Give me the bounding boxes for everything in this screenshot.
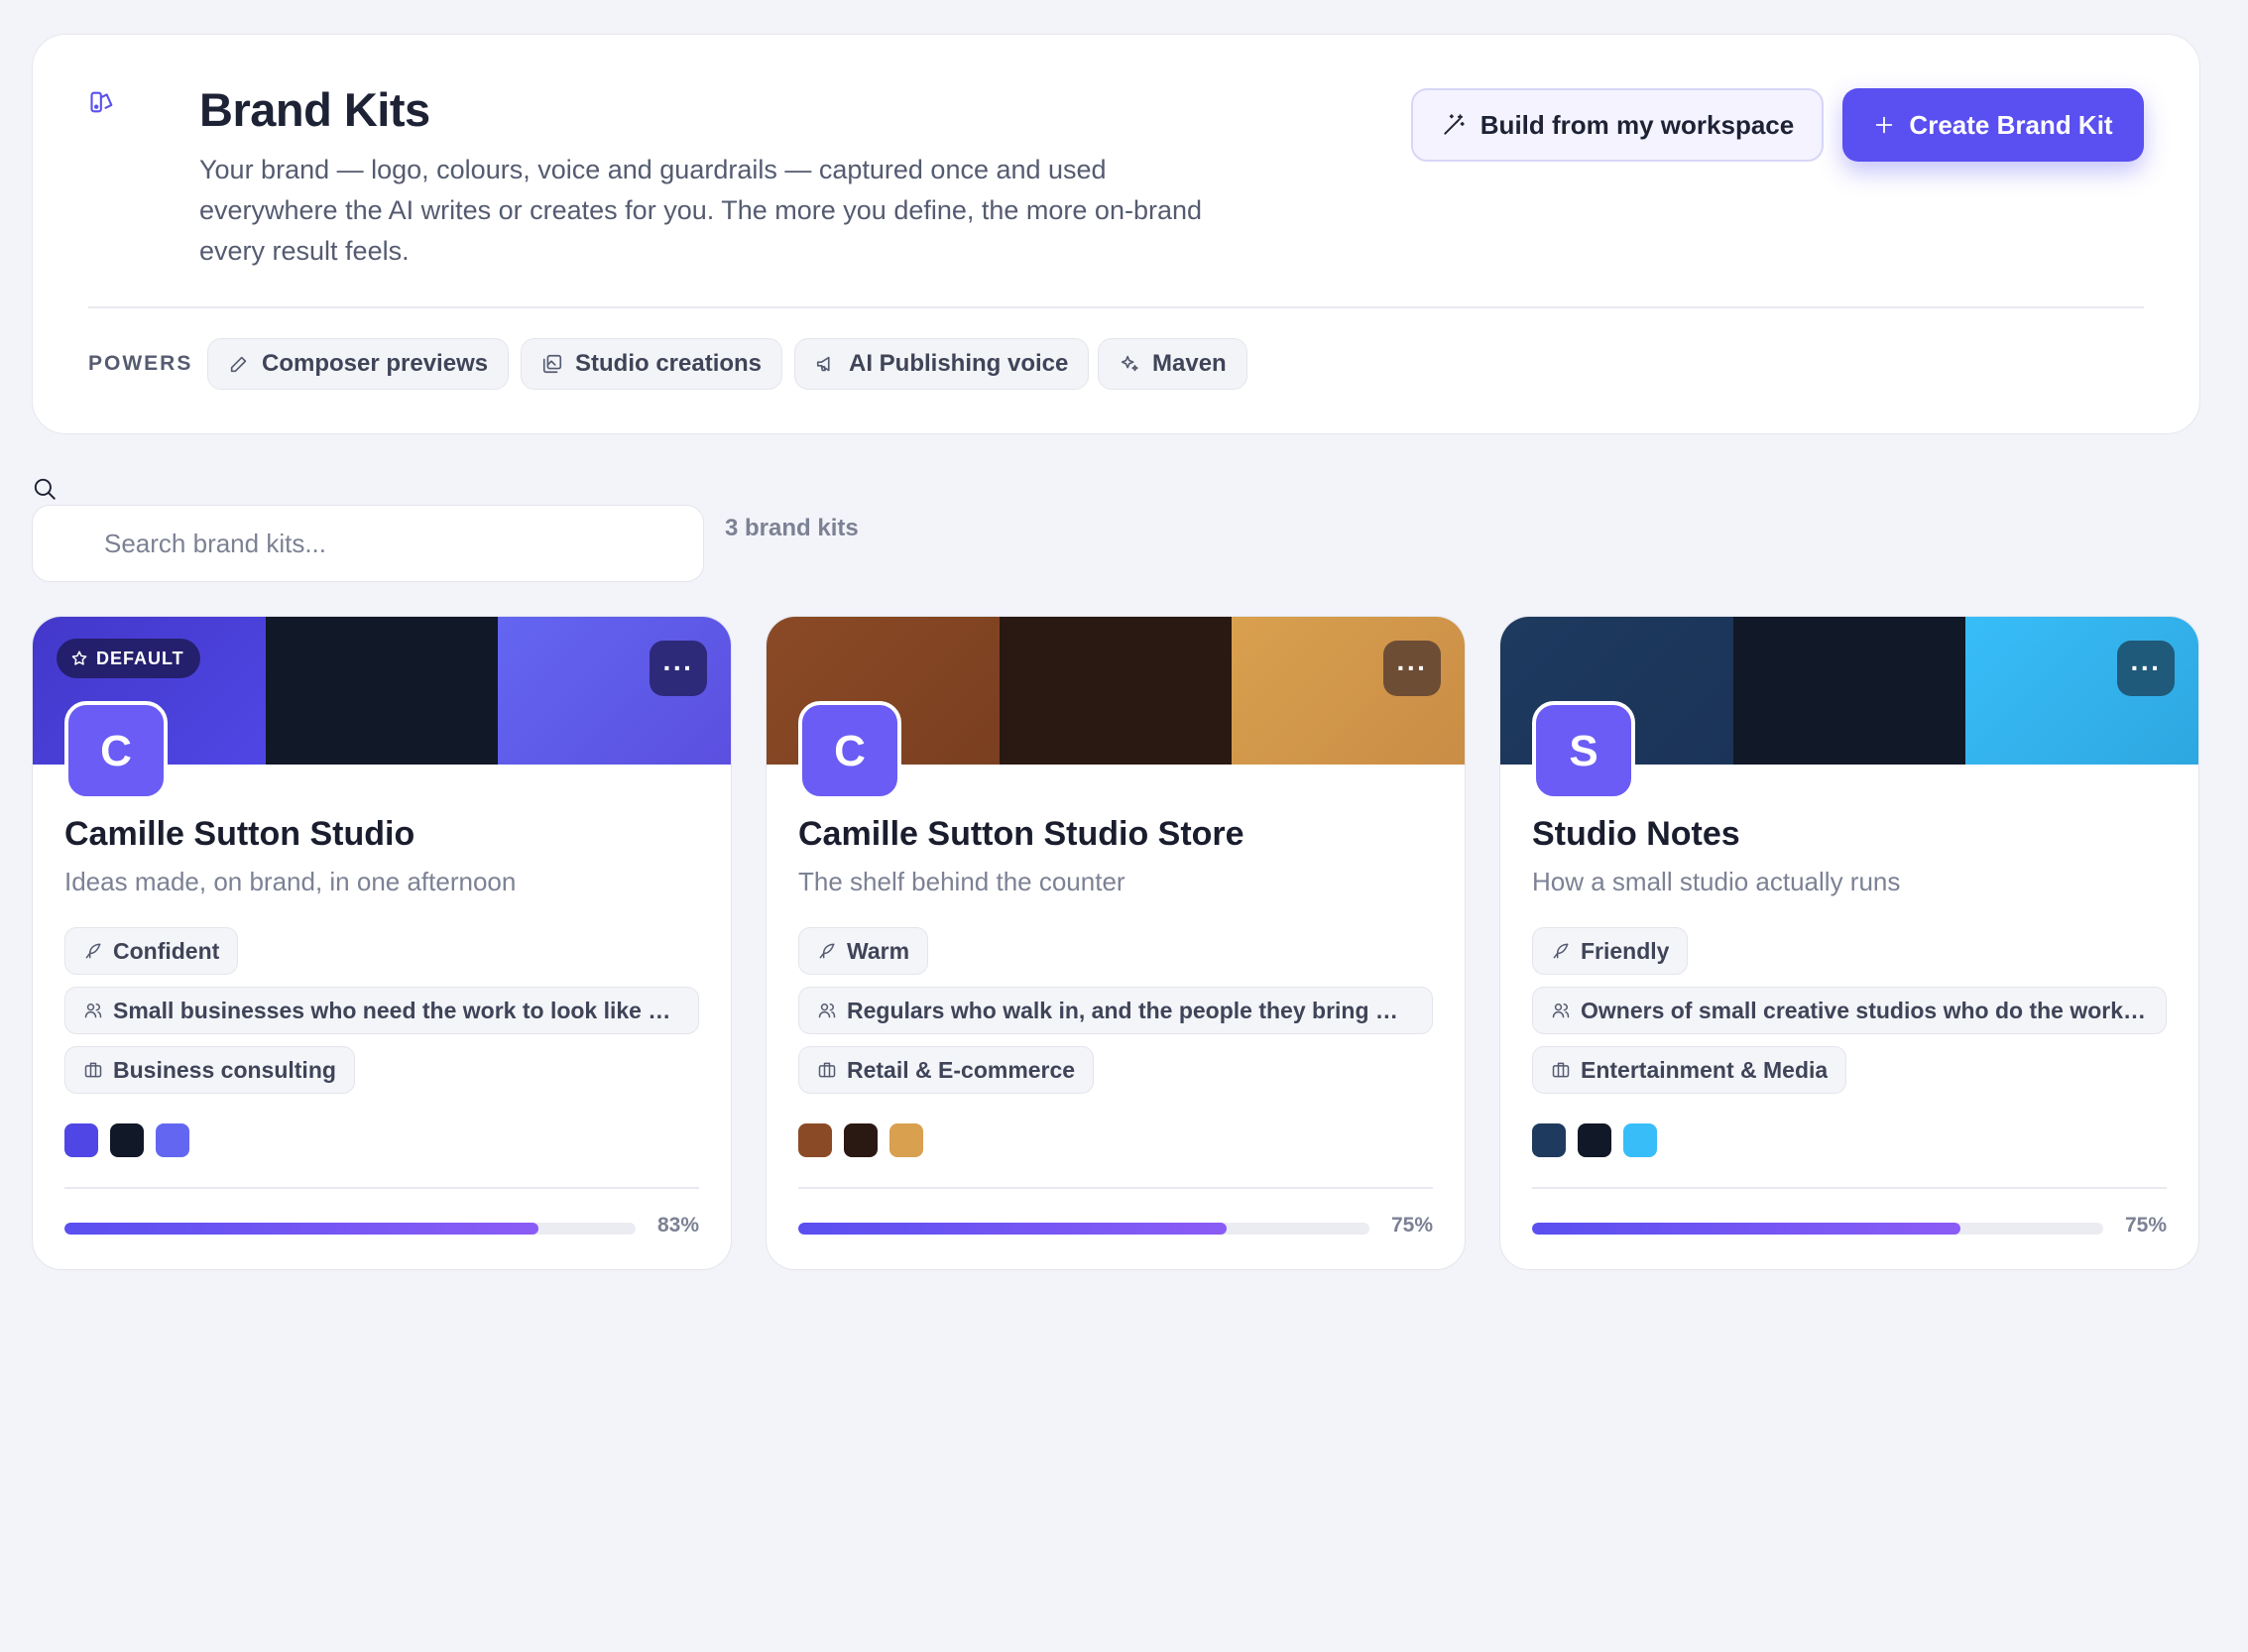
industry-label: Retail & E-commerce bbox=[847, 1056, 1076, 1083]
color-swatch bbox=[1532, 1123, 1566, 1157]
build-button-label: Build from my workspace bbox=[1479, 109, 1795, 140]
progress-fill bbox=[798, 1223, 1227, 1235]
feather-icon bbox=[817, 941, 837, 961]
card-menu-button[interactable]: ··· bbox=[650, 641, 707, 696]
pencil-icon bbox=[228, 353, 250, 375]
header-card: Brand Kits Your brand — logo, colours, v… bbox=[32, 34, 2200, 434]
voice-label: Warm bbox=[847, 937, 910, 964]
brand-kit-card[interactable]: ··· C Camille Sutton Studio Store The sh… bbox=[766, 616, 1466, 1270]
industry-tag: Business consulting bbox=[64, 1046, 355, 1094]
progress-fill bbox=[64, 1223, 539, 1235]
audience-label: Owners of small creative studios who do … bbox=[1581, 997, 2148, 1023]
power-chip-label: Studio creations bbox=[575, 350, 763, 377]
avatar: C bbox=[798, 701, 901, 800]
progress-label: 83% bbox=[656, 1214, 699, 1237]
color-swatch bbox=[844, 1123, 878, 1157]
voice-label: Confident bbox=[113, 937, 220, 964]
power-chip-label: Maven bbox=[1152, 350, 1227, 377]
powers-label: POWERS bbox=[88, 352, 193, 375]
voice-tag: Warm bbox=[798, 927, 929, 975]
card-divider bbox=[798, 1187, 1433, 1189]
plus-icon bbox=[1873, 114, 1895, 136]
default-badge: DEFAULT bbox=[57, 639, 200, 678]
progress-label: 75% bbox=[1390, 1214, 1433, 1237]
color-swatches bbox=[798, 1123, 923, 1157]
card-title: Camille Sutton Studio bbox=[64, 815, 415, 853]
default-label: DEFAULT bbox=[96, 648, 184, 668]
industry-tag: Retail & E-commerce bbox=[798, 1046, 1095, 1094]
color-swatch bbox=[1578, 1123, 1611, 1157]
header-divider bbox=[88, 306, 2144, 308]
users-icon bbox=[1551, 1001, 1571, 1020]
power-chip-composer-previews: Composer previews bbox=[207, 338, 510, 390]
briefcase-icon bbox=[817, 1060, 837, 1080]
power-chip-ai-publishing-voice: AI Publishing voice bbox=[794, 338, 1090, 390]
page-title: Brand Kits bbox=[199, 83, 430, 136]
card-divider bbox=[64, 1187, 699, 1189]
industry-tag: Entertainment & Media bbox=[1532, 1046, 1847, 1094]
audience-label: Small businesses who need the work to lo… bbox=[113, 997, 680, 1023]
power-chip-studio-creations: Studio creations bbox=[521, 338, 783, 390]
color-swatch bbox=[156, 1123, 189, 1157]
color-swatches bbox=[1532, 1123, 1657, 1157]
search-input[interactable] bbox=[32, 505, 704, 582]
brand-kit-card[interactable]: DEFAULT ··· C Camille Sutton Studio Idea… bbox=[32, 616, 732, 1270]
brand-kit-card[interactable]: ··· S Studio Notes How a small studio ac… bbox=[1499, 616, 2199, 1270]
completion-progress-bar bbox=[1532, 1223, 2103, 1235]
search-icon bbox=[32, 476, 58, 502]
briefcase-icon bbox=[1551, 1060, 1571, 1080]
briefcase-icon bbox=[83, 1060, 103, 1080]
create-button-label: Create Brand Kit bbox=[1909, 109, 2113, 140]
power-chip-label: AI Publishing voice bbox=[849, 350, 1069, 377]
card-menu-button[interactable]: ··· bbox=[1383, 641, 1441, 696]
more-icon: ··· bbox=[1396, 652, 1428, 683]
color-swatches bbox=[64, 1123, 189, 1157]
users-icon bbox=[83, 1001, 103, 1020]
more-icon: ··· bbox=[662, 652, 694, 683]
card-title: Camille Sutton Studio Store bbox=[798, 815, 1244, 853]
audience-tag: Owners of small creative studios who do … bbox=[1532, 987, 2167, 1034]
voice-label: Friendly bbox=[1581, 937, 1670, 964]
users-icon bbox=[817, 1001, 837, 1020]
feather-icon bbox=[83, 941, 103, 961]
voice-tag: Confident bbox=[64, 927, 239, 975]
color-swatch bbox=[889, 1123, 923, 1157]
audience-label: Regulars who walk in, and the people the… bbox=[847, 997, 1414, 1023]
completion-progress-bar bbox=[798, 1223, 1369, 1235]
sparkles-icon bbox=[1119, 353, 1140, 375]
brand-kits-icon bbox=[88, 88, 116, 116]
color-swatch bbox=[1623, 1123, 1657, 1157]
color-swatch bbox=[64, 1123, 98, 1157]
voice-tag: Friendly bbox=[1532, 927, 1689, 975]
card-tagline: Ideas made, on brand, in one afternoon bbox=[64, 867, 517, 896]
star-icon bbox=[70, 649, 88, 667]
page-description: Your brand — logo, colours, voice and gu… bbox=[199, 155, 1203, 266]
avatar: C bbox=[64, 701, 168, 800]
power-chip-maven: Maven bbox=[1098, 338, 1247, 390]
megaphone-icon bbox=[815, 353, 837, 375]
more-icon: ··· bbox=[2130, 652, 2162, 683]
images-icon bbox=[541, 353, 563, 375]
industry-label: Entertainment & Media bbox=[1581, 1056, 1829, 1083]
card-tagline: How a small studio actually runs bbox=[1532, 867, 1901, 896]
audience-tag: Small businesses who need the work to lo… bbox=[64, 987, 699, 1034]
feather-icon bbox=[1551, 941, 1571, 961]
audience-tag: Regulars who walk in, and the people the… bbox=[798, 987, 1433, 1034]
card-menu-button[interactable]: ··· bbox=[2117, 641, 2175, 696]
progress-label: 75% bbox=[2124, 1214, 2167, 1237]
card-title: Studio Notes bbox=[1532, 815, 1740, 853]
power-chip-label: Composer previews bbox=[262, 350, 489, 377]
avatar: S bbox=[1532, 701, 1635, 800]
completion-progress-bar bbox=[64, 1223, 636, 1235]
magic-wand-icon bbox=[1441, 112, 1467, 138]
color-swatch bbox=[798, 1123, 832, 1157]
build-from-workspace-button[interactable]: Build from my workspace bbox=[1411, 88, 1824, 162]
brand-kit-count: 3 brand kits bbox=[725, 515, 859, 541]
industry-label: Business consulting bbox=[113, 1056, 336, 1083]
color-swatch bbox=[110, 1123, 144, 1157]
card-tagline: The shelf behind the counter bbox=[798, 867, 1125, 896]
create-brand-kit-button[interactable]: Create Brand Kit bbox=[1842, 88, 2144, 162]
progress-fill bbox=[1532, 1223, 1960, 1235]
card-divider bbox=[1532, 1187, 2167, 1189]
